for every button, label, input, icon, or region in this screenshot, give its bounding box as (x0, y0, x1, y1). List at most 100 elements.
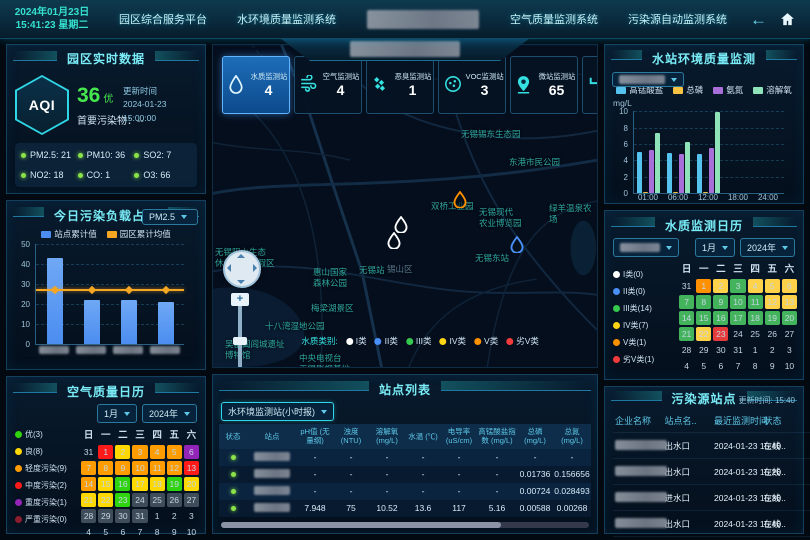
calendar-day[interactable]: 4 (748, 279, 763, 293)
calendar-day[interactable]: 14 (81, 477, 96, 491)
pollutant-select[interactable]: PM2.5 (142, 209, 198, 225)
station-filter-4[interactable]: 微站监测站65 (510, 56, 578, 114)
calendar-day[interactable]: 11 (748, 295, 763, 309)
calendar-day[interactable]: 8 (748, 359, 763, 373)
calendar-day[interactable]: 2 (765, 343, 780, 357)
calendar-day[interactable]: 21 (81, 493, 96, 507)
year-select[interactable]: 2024年 (142, 404, 197, 423)
calendar-day[interactable]: 26 (765, 327, 780, 341)
calendar-day[interactable]: 6 (184, 445, 199, 459)
table-row[interactable]: 出水口2024-01-23 15:20..在线 (613, 459, 810, 485)
calendar-day[interactable]: 5 (696, 359, 711, 373)
zoom-track[interactable] (238, 303, 242, 368)
calendar-day[interactable]: 15 (98, 477, 113, 491)
calendar-day[interactable]: 23 (115, 493, 130, 507)
calendar-day[interactable]: 3 (730, 279, 745, 293)
calendar-day[interactable]: 4 (150, 445, 165, 459)
month-select[interactable]: 1月 (695, 238, 735, 257)
zoom-in-button[interactable]: + (231, 293, 249, 306)
calendar-day[interactable]: 5 (98, 525, 113, 539)
calendar-day[interactable]: 9 (115, 461, 130, 475)
calendar-day[interactable]: 31 (679, 279, 694, 293)
calendar-day[interactable]: 7 (730, 359, 745, 373)
station-marker-icon[interactable] (454, 191, 467, 213)
map[interactable]: 水质监测站4空气监测站4恶臭监测站1VOC监测站3微站监测站65污染源监测站6 … (212, 44, 598, 368)
calendar-day[interactable]: 30 (713, 343, 728, 357)
calendar-day[interactable]: 28 (679, 343, 694, 357)
zoom-handle[interactable] (233, 337, 247, 345)
calendar-day[interactable]: 30 (115, 509, 130, 523)
calendar-day[interactable]: 3 (782, 343, 797, 357)
calendar-day[interactable]: 13 (782, 295, 797, 309)
calendar-day[interactable]: 23 (713, 327, 728, 341)
calendar-day[interactable]: 31 (730, 343, 745, 357)
calendar-day[interactable]: 19 (167, 477, 182, 491)
table-row[interactable]: 出水口2024-01-23 15:40..在线 (613, 511, 810, 537)
calendar-day[interactable]: 13 (184, 461, 199, 475)
calendar-day[interactable]: 24 (132, 493, 147, 507)
calendar-day[interactable]: 25 (748, 327, 763, 341)
calendar-day[interactable]: 18 (748, 311, 763, 325)
calendar-day[interactable]: 5 (167, 445, 182, 459)
station-filter-0[interactable]: 水质监测站4 (222, 56, 290, 114)
calendar-day[interactable]: 17 (132, 477, 147, 491)
calendar-day[interactable]: 24 (730, 327, 745, 341)
calendar-day[interactable]: 10 (132, 461, 147, 475)
calendar-day[interactable]: 7 (679, 295, 694, 309)
calendar-day[interactable]: 12 (765, 295, 780, 309)
calendar-day[interactable]: 10 (184, 525, 199, 539)
station-type-select[interactable]: 水环境监测站(小时报) (221, 402, 334, 421)
calendar-day[interactable]: 1 (696, 279, 711, 293)
back-icon[interactable]: ← (750, 11, 767, 28)
calendar-day[interactable]: 4 (81, 525, 96, 539)
calendar-day[interactable]: 14 (679, 311, 694, 325)
calendar-day[interactable]: 11 (150, 461, 165, 475)
calendar-day[interactable]: 1 (748, 343, 763, 357)
calendar-day[interactable]: 3 (184, 509, 199, 523)
nav-item-3[interactable]: 污染源自动监测系统 (628, 11, 727, 27)
station-filter-5[interactable]: 污染源监测站6 (582, 56, 598, 114)
calendar-day[interactable]: 6 (713, 359, 728, 373)
table-row[interactable]: 出水口2024-01-23 15:40..在线 (613, 433, 810, 459)
calendar-day[interactable]: 9 (713, 295, 728, 309)
nav-item-0[interactable]: 园区综合服务平台 (119, 11, 207, 27)
calendar-day[interactable]: 2 (167, 509, 182, 523)
station-filter-1[interactable]: 空气监测站4 (294, 56, 362, 114)
nav-item-2[interactable]: 空气质量监测系统 (510, 11, 598, 27)
calendar-day[interactable]: 26 (167, 493, 182, 507)
year-select[interactable]: 2024年 (740, 238, 795, 257)
table-row[interactable]: --------- (219, 449, 591, 466)
calendar-day[interactable]: 20 (184, 477, 199, 491)
calendar-day[interactable]: 4 (679, 359, 694, 373)
calendar-day[interactable]: 9 (167, 525, 182, 539)
calendar-day[interactable]: 25 (150, 493, 165, 507)
calendar-day[interactable]: 31 (132, 509, 147, 523)
table-row[interactable]: ------0.007240.028493- (219, 483, 591, 500)
calendar-day[interactable]: 17 (730, 311, 745, 325)
calendar-day[interactable]: 6 (115, 525, 130, 539)
calendar-day[interactable]: 8 (98, 461, 113, 475)
calendar-day[interactable]: 27 (782, 327, 797, 341)
calendar-day[interactable]: 1 (98, 445, 113, 459)
station-filter-3[interactable]: VOC监测站3 (438, 56, 506, 114)
calendar-day[interactable]: 1 (150, 509, 165, 523)
station-filter-2[interactable]: 恶臭监测站1 (366, 56, 434, 114)
month-select[interactable]: 1月 (97, 404, 137, 423)
calendar-day[interactable]: 12 (167, 461, 182, 475)
map-pan-control[interactable] (223, 250, 261, 288)
table-row[interactable]: ------0.017360.156656- (219, 466, 591, 483)
calendar-day[interactable]: 7 (132, 525, 147, 539)
calendar-day[interactable]: 18 (150, 477, 165, 491)
calendar-day[interactable]: 22 (696, 327, 711, 341)
calendar-day[interactable]: 15 (696, 311, 711, 325)
calendar-day[interactable]: 28 (81, 509, 96, 523)
calendar-day[interactable]: 2 (713, 279, 728, 293)
scrollbar-thumb[interactable] (221, 522, 501, 528)
calendar-day[interactable]: 22 (98, 493, 113, 507)
station-marker-icon[interactable] (511, 236, 524, 258)
calendar-day[interactable]: 29 (696, 343, 711, 357)
water-station-select[interactable] (612, 72, 684, 87)
calendar-day[interactable]: 16 (115, 477, 130, 491)
calendar-day[interactable]: 8 (150, 525, 165, 539)
water-cal-station-select[interactable] (613, 238, 679, 257)
